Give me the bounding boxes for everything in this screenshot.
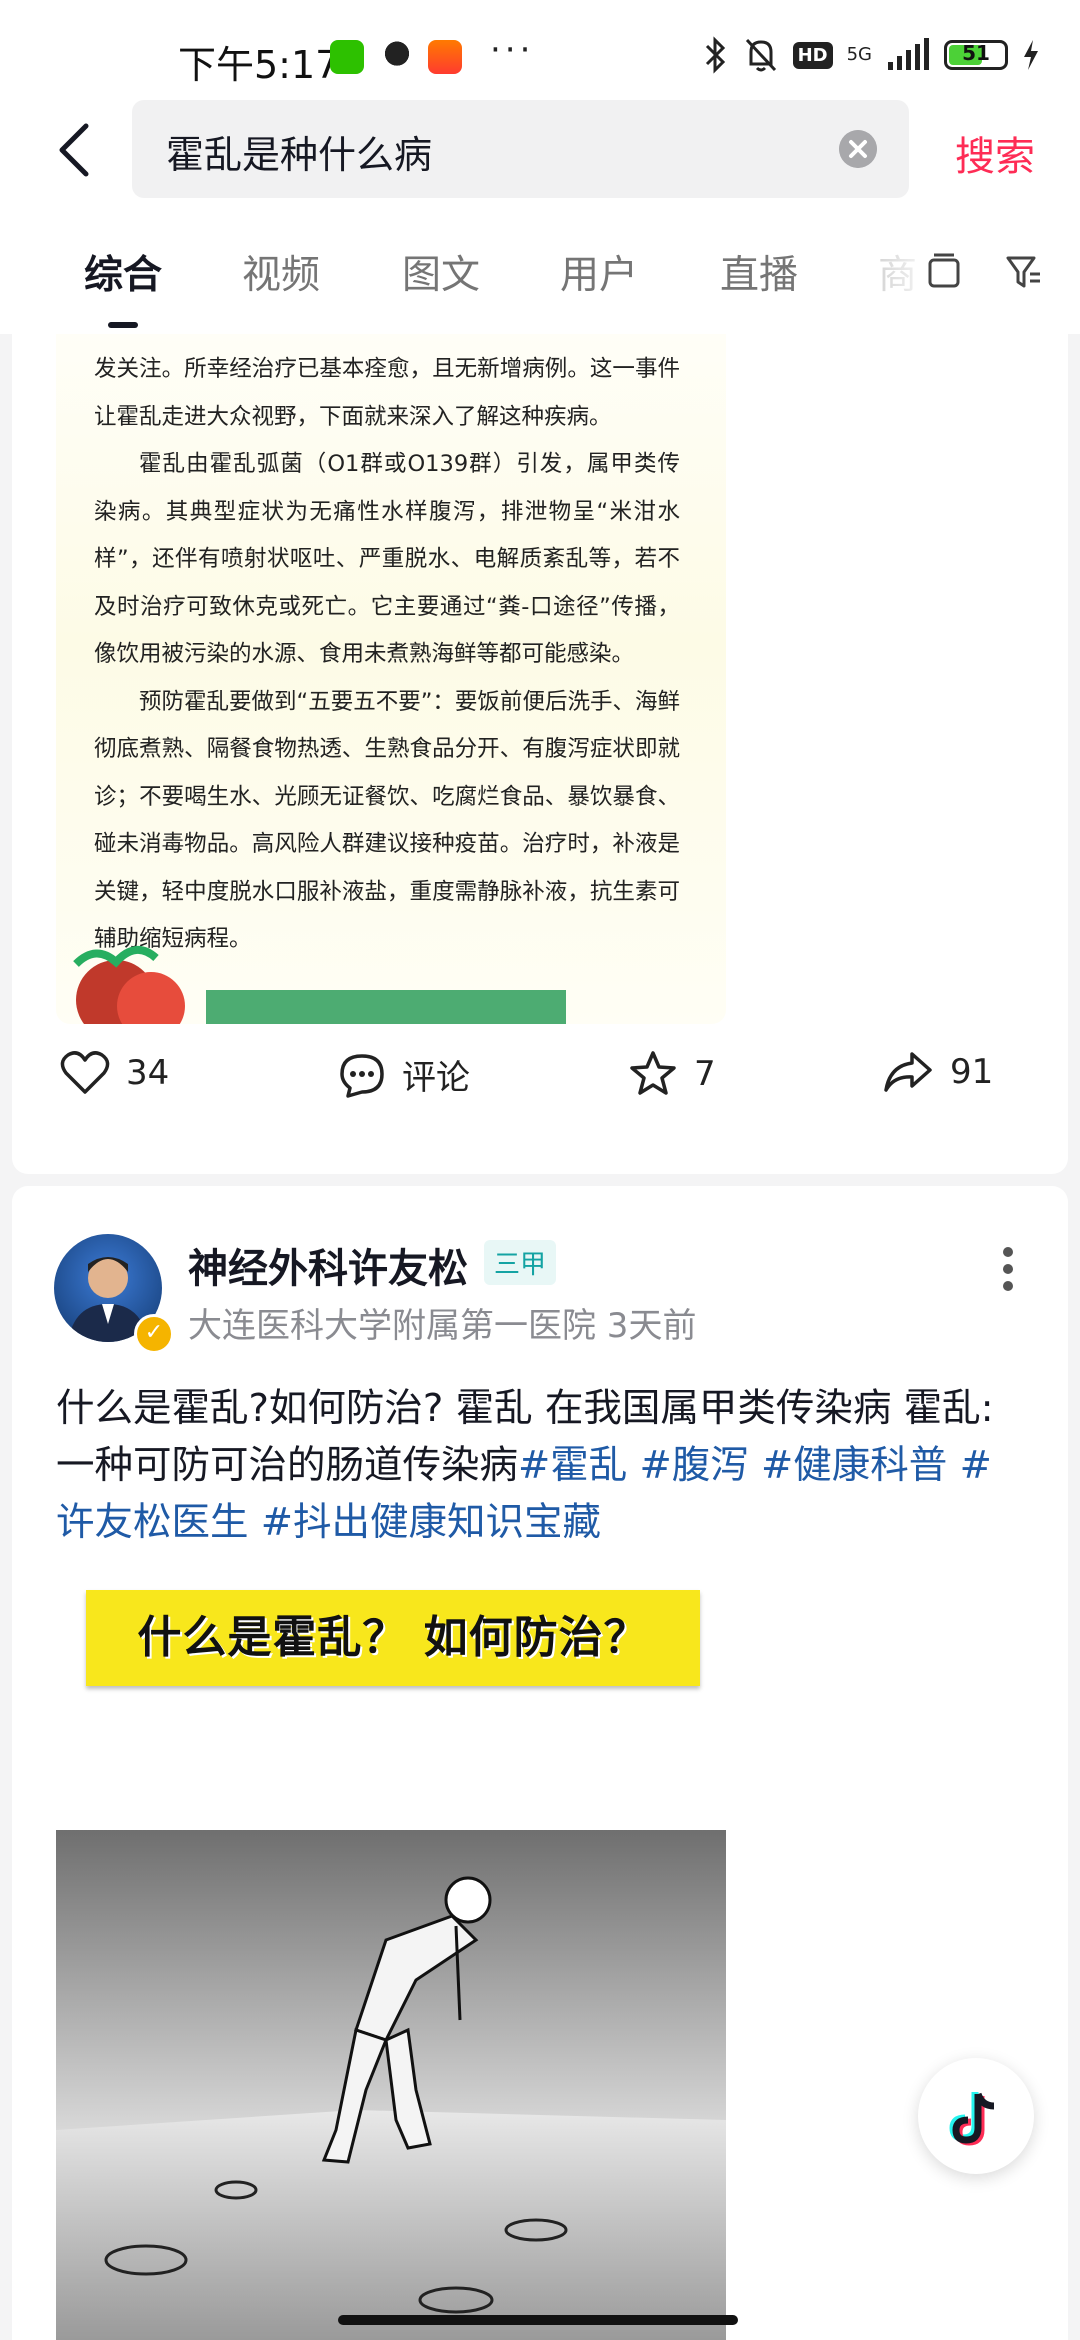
layout-toggle-icon[interactable] — [924, 252, 964, 292]
favorite-count: 7 — [694, 1054, 716, 1094]
article-paragraph: 预防霍乱要做到“五要五不要”：要饭前便后洗手、海鲜彻底煮熟、隔餐食物热透、生熟食… — [94, 688, 680, 953]
comment-button[interactable]: 评论 — [338, 1050, 470, 1099]
action-bar: 34 评论 7 91 — [12, 1050, 1068, 1120]
home-indicator[interactable] — [338, 2315, 738, 2325]
article-paragraph: 霍乱由霍乱弧菌（O1群或O139群）引发，属甲类传染病。其典型症状为无痛性水样腹… — [94, 451, 680, 667]
video-thumbnail[interactable]: 什么是霍乱？ 如何防治？ — [56, 1580, 726, 2340]
search-input[interactable]: 霍乱是种什么病 — [132, 100, 909, 198]
58-icon — [428, 40, 462, 74]
more-options-icon[interactable] — [1002, 1244, 1014, 1294]
clear-search-icon[interactable] — [839, 130, 877, 168]
result-card[interactable]: 发关注。所幸经治疗已基本痊愈，且无新增病例。这一事件让霍乱走进大众视野，下面就来… — [12, 334, 1068, 1174]
hashtag[interactable]: #健康科普 — [761, 1443, 947, 1488]
back-arrow-icon[interactable] — [52, 120, 96, 180]
comment-label: 评论 — [402, 1058, 470, 1098]
qq-icon — [380, 40, 414, 74]
charging-icon — [1024, 40, 1038, 70]
bluetooth-icon — [705, 36, 725, 74]
favorite-button[interactable]: 7 — [628, 1050, 716, 1098]
search-query[interactable]: 霍乱是种什么病 — [166, 124, 432, 179]
comment-icon — [340, 1053, 384, 1098]
author-meta: 大连医科大学附属第一医院 3天前 — [188, 1306, 697, 1346]
tiktok-logo-icon — [949, 2092, 995, 2146]
more-notifications-icon: ··· — [490, 30, 535, 70]
status-bar: 下午5:17 ··· HD 5G 51 — [0, 0, 1080, 100]
status-right: HD 5G 51 — [703, 36, 1040, 74]
mute-bell-icon — [745, 38, 776, 72]
tab-users[interactable]: 用户 — [560, 244, 638, 300]
search-button[interactable]: 搜索 — [955, 124, 1035, 182]
hospital-badge: 三甲 — [484, 1240, 557, 1285]
heart-icon — [60, 1051, 110, 1094]
tab-comprehensive[interactable]: 综合 — [84, 244, 162, 300]
video-title-banner: 什么是霍乱？ 如何防治？ — [86, 1590, 700, 1686]
article-image[interactable]: 发关注。所幸经治疗已基本痊愈，且无新增病例。这一事件让霍乱走进大众视野，下面就来… — [56, 334, 726, 1024]
video-title: 什么是霍乱？ 如何防治？ — [137, 1612, 649, 1663]
decoration-image — [73, 946, 566, 1024]
wechat-icon — [330, 40, 364, 74]
post-description: 什么是霍乱?如何防治? 霍乱 在我国属甲类传染病 霍乱:一种可防可治的肠道传染病… — [56, 1380, 1026, 1551]
video-scene-image — [56, 1830, 726, 2340]
like-count: 34 — [126, 1053, 170, 1093]
share-button[interactable]: 91 — [882, 1050, 993, 1094]
search-header: 霍乱是种什么病 搜索 — [0, 100, 1080, 200]
tab-live[interactable]: 直播 — [720, 244, 798, 300]
hd-badge: HD — [792, 41, 833, 69]
share-icon — [884, 1052, 932, 1092]
tab-image-text[interactable]: 图文 — [402, 244, 480, 300]
share-count: 91 — [950, 1052, 994, 1092]
battery-level: 51 — [962, 41, 990, 65]
tab-video[interactable]: 视频 — [242, 244, 320, 300]
hashtag[interactable]: #腹泻 — [640, 1443, 749, 1488]
hashtag[interactable]: #抖出健康知识宝藏 — [261, 1500, 601, 1545]
active-tab-indicator — [108, 322, 138, 328]
network-label: 5G — [846, 44, 872, 65]
star-icon — [630, 1051, 676, 1095]
verified-badge-icon: ✓ — [134, 1314, 174, 1354]
hashtag[interactable]: #霍乱 — [518, 1443, 627, 1488]
result-card[interactable]: ✓ 神经外科许友松 三甲 大连医科大学附属第一医院 3天前 什么是霍乱?如何防治… — [12, 1186, 1068, 2340]
signal-icon — [888, 38, 929, 70]
result-tabs: 综合 视频 图文 用户 直播 商 — [0, 200, 1080, 334]
article-paragraph: 发关注。所幸经治疗已基本痊愈，且无新增病例。这一事件让霍乱走进大众视野，下面就来… — [94, 356, 680, 430]
battery-icon: 51 — [944, 40, 1008, 70]
like-button[interactable]: 34 — [60, 1050, 169, 1096]
filter-icon[interactable] — [1004, 252, 1044, 292]
status-time: 下午5:17 — [178, 43, 340, 87]
author-name[interactable]: 神经外科许友松 — [188, 1236, 468, 1294]
tiktok-float-button[interactable] — [918, 2058, 1034, 2174]
